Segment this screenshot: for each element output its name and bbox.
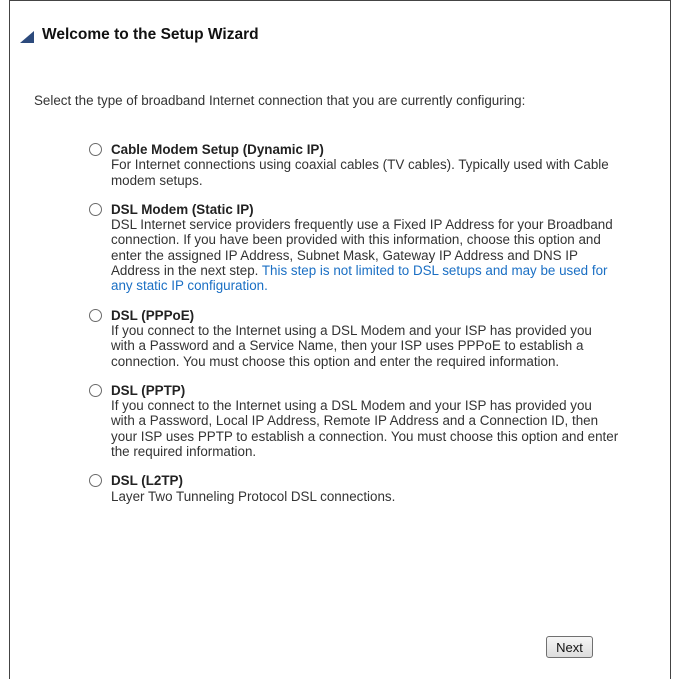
option-description: If you connect to the Internet using a D… <box>111 398 619 460</box>
radio-cable-modem[interactable] <box>89 143 102 156</box>
option-description: If you connect to the Internet using a D… <box>111 322 592 369</box>
next-button[interactable]: Next <box>546 636 593 658</box>
option-title: DSL (PPTP) <box>111 382 186 398</box>
option-dsl-l2tp[interactable]: DSL (L2TP) Layer Two Tunneling Protocol … <box>89 473 619 504</box>
connection-options: Cable Modem Setup (Dynamic IP) For Inter… <box>89 142 619 518</box>
option-description: For Internet connections using coaxial c… <box>111 157 609 188</box>
triangle-icon <box>20 31 34 43</box>
radio-dsl-static[interactable] <box>89 202 102 216</box>
radio-dsl-l2tp[interactable] <box>89 474 102 488</box>
option-title: Cable Modem Setup (Dynamic IP) <box>111 142 324 157</box>
option-title: DSL (PPPoE) <box>111 307 195 323</box>
radio-dsl-pppoe[interactable] <box>89 308 102 322</box>
intro-text: Select the type of broadband Internet co… <box>34 93 526 108</box>
option-title: DSL (L2TP) <box>111 473 183 489</box>
wizard-header: Welcome to the Setup Wizard <box>20 23 660 47</box>
page-title: Welcome to the Setup Wizard <box>42 26 259 43</box>
option-cable-modem[interactable]: Cable Modem Setup (Dynamic IP) For Inter… <box>89 142 619 188</box>
radio-dsl-pptp[interactable] <box>89 383 102 397</box>
option-title: DSL Modem (Static IP) <box>111 201 254 217</box>
option-description: Layer Two Tunneling Protocol DSL connect… <box>111 488 396 504</box>
option-dsl-static[interactable]: DSL Modem (Static IP) DSL Internet servi… <box>89 202 619 294</box>
option-dsl-pptp[interactable]: DSL (PPTP) If you connect to the Interne… <box>89 383 619 459</box>
option-dsl-pppoe[interactable]: DSL (PPPoE) If you connect to the Intern… <box>89 308 619 369</box>
